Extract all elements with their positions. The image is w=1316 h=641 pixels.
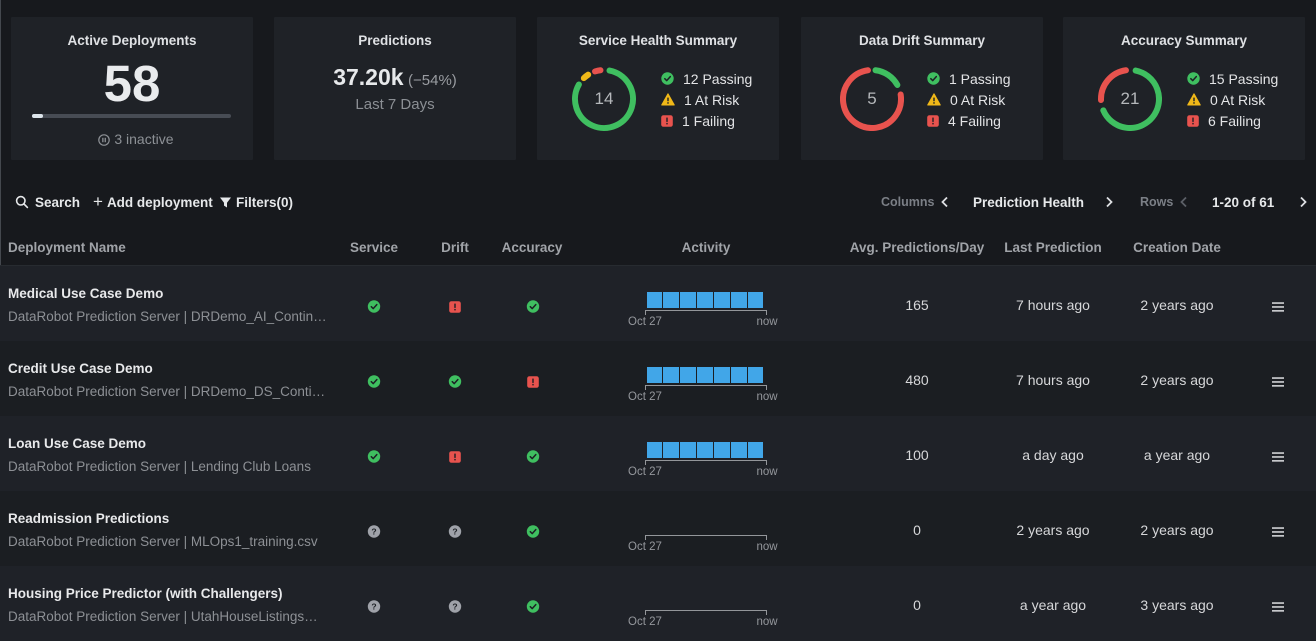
svg-text:?: ? [371, 527, 376, 537]
svg-text:?: ? [452, 527, 457, 537]
svg-text:?: ? [452, 602, 457, 612]
svg-text:?: ? [371, 602, 376, 612]
